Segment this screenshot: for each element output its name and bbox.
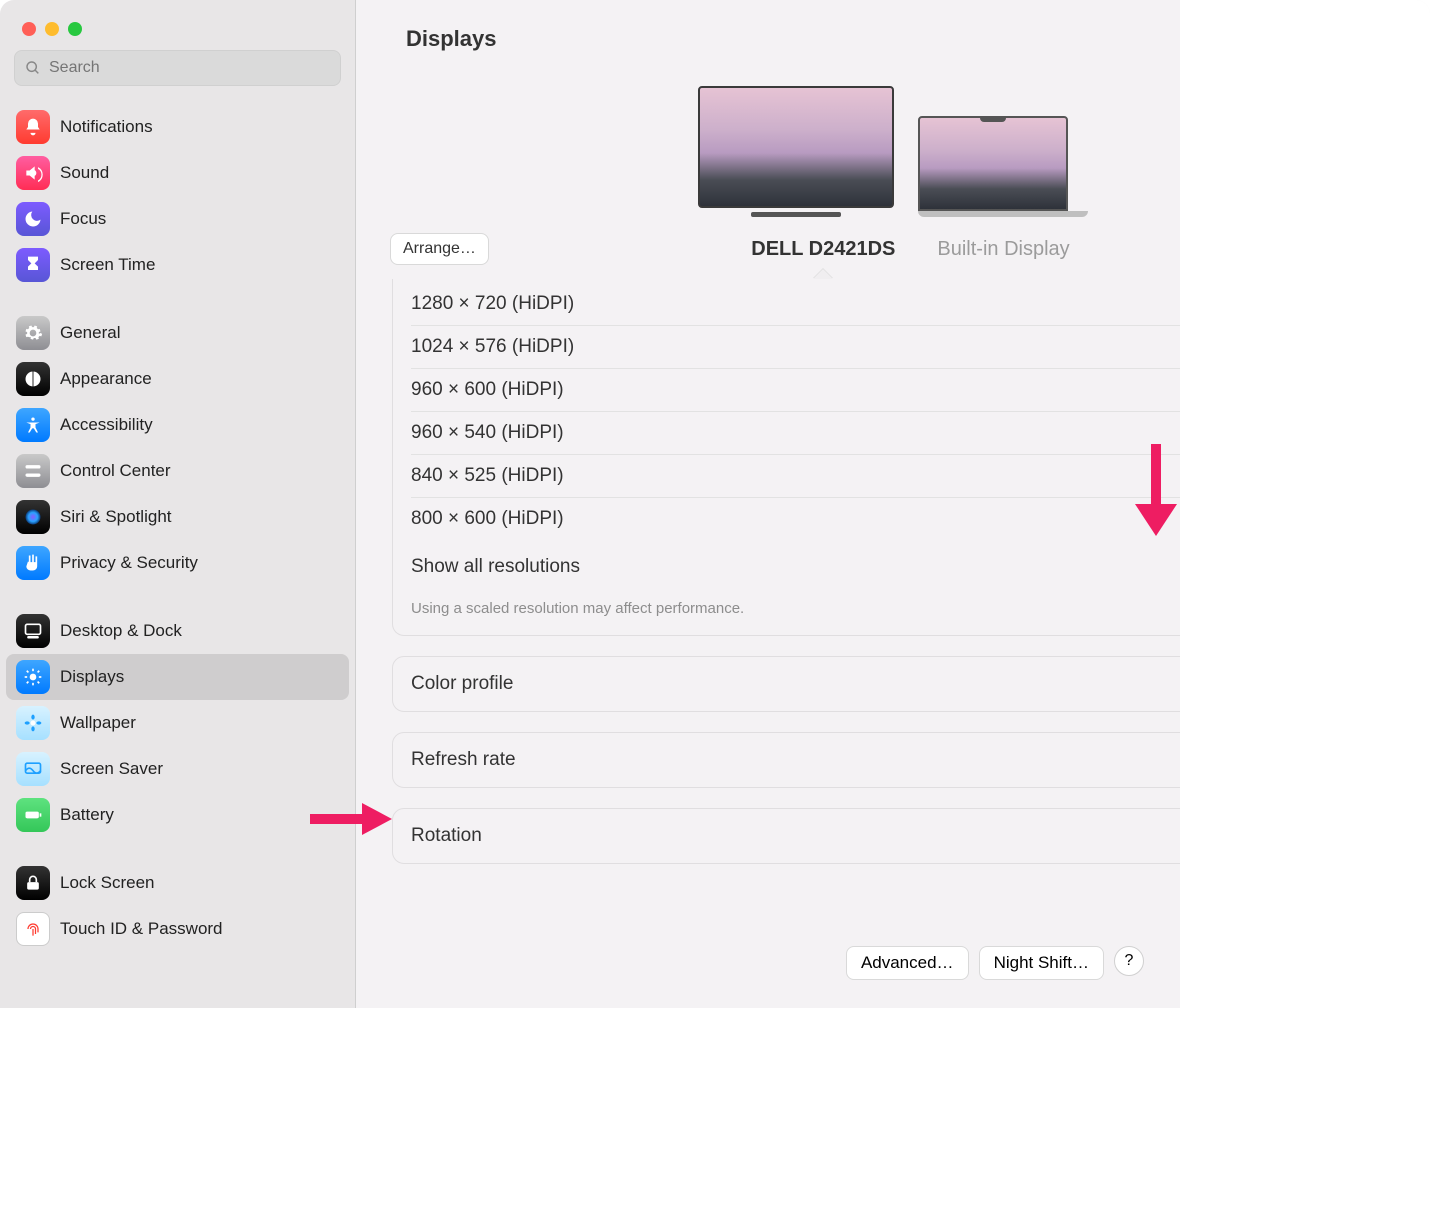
- sidebar-item-wallpaper[interactable]: Wallpaper: [6, 700, 349, 746]
- sidebar-item-label: Appearance: [60, 369, 152, 389]
- sidebar-item-label: Displays: [60, 667, 124, 687]
- bell-icon: [16, 110, 50, 144]
- speaker-icon: [16, 156, 50, 190]
- sidebar: Notifications Sound Focus Screen Time Gener…: [0, 0, 356, 1008]
- arrange-button[interactable]: Arrange…: [390, 233, 489, 265]
- battery-icon: [16, 798, 50, 832]
- sidebar-item-accessibility[interactable]: Accessibility: [6, 402, 349, 448]
- sidebar-item-general[interactable]: General: [6, 310, 349, 356]
- builtin-display-preview[interactable]: [918, 116, 1088, 217]
- sidebar-item-screen-saver[interactable]: Screen Saver: [6, 746, 349, 792]
- rotation-label: Rotation: [411, 825, 482, 847]
- sidebar-item-label: Screen Time: [60, 255, 155, 275]
- display-tab-builtin[interactable]: Built-in Display: [937, 238, 1069, 261]
- sidebar-item-label: Battery: [60, 805, 114, 825]
- display-tab-external[interactable]: DELL D2421DS: [751, 238, 895, 261]
- night-shift-button[interactable]: Night Shift…: [979, 946, 1104, 980]
- flower-icon: [16, 706, 50, 740]
- sidebar-item-label: Focus: [60, 209, 106, 229]
- moon-icon: [16, 202, 50, 236]
- sidebar-item-notifications[interactable]: Notifications: [6, 104, 349, 150]
- fullscreen-window-button[interactable]: [68, 22, 82, 36]
- fingerprint-icon: [16, 912, 50, 946]
- close-window-button[interactable]: [22, 22, 36, 36]
- siri-icon: [16, 500, 50, 534]
- sidebar-item-label: General: [60, 323, 120, 343]
- sidebar-item-displays[interactable]: Displays: [6, 654, 349, 700]
- sidebar-item-label: Lock Screen: [60, 873, 155, 893]
- hourglass-icon: [16, 248, 50, 282]
- sidebar-item-label: Sound: [60, 163, 109, 183]
- help-button[interactable]: ?: [1114, 946, 1144, 976]
- dock-icon: [16, 614, 50, 648]
- minimize-window-button[interactable]: [45, 22, 59, 36]
- refresh-rate-label: Refresh rate: [411, 749, 516, 771]
- lock-icon: [16, 866, 50, 900]
- hand-icon: [16, 546, 50, 580]
- screensaver-icon: [16, 752, 50, 786]
- external-display-preview[interactable]: [698, 86, 894, 217]
- sidebar-item-focus[interactable]: Focus: [6, 196, 349, 242]
- sidebar-item-label: Accessibility: [60, 415, 153, 435]
- controls-icon: [16, 454, 50, 488]
- sidebar-item-label: Notifications: [60, 117, 153, 137]
- search-icon: [25, 60, 41, 76]
- sidebar-item-sound[interactable]: Sound: [6, 150, 349, 196]
- show-all-resolutions-label: Show all resolutions: [411, 556, 580, 578]
- sidebar-item-lock-screen[interactable]: Lock Screen: [6, 860, 349, 906]
- sidebar-item-label: Privacy & Security: [60, 553, 198, 573]
- sidebar-item-label: Touch ID & Password: [60, 919, 223, 939]
- search-field[interactable]: [14, 50, 341, 86]
- accessibility-icon: [16, 408, 50, 442]
- window-controls: [0, 0, 355, 36]
- sidebar-item-siri-spotlight[interactable]: Siri & Spotlight: [6, 494, 349, 540]
- appearance-icon: [16, 362, 50, 396]
- sidebar-item-desktop-dock[interactable]: Desktop & Dock: [6, 608, 349, 654]
- sidebar-item-control-center[interactable]: Control Center: [6, 448, 349, 494]
- brightness-icon: [16, 660, 50, 694]
- annotation-arrow-right: [310, 799, 392, 839]
- sidebar-item-label: Desktop & Dock: [60, 621, 182, 641]
- sidebar-item-label: Screen Saver: [60, 759, 163, 779]
- color-profile-label: Color profile: [411, 673, 513, 695]
- sidebar-item-label: Control Center: [60, 461, 171, 481]
- sidebar-item-screen-time[interactable]: Screen Time: [6, 242, 349, 288]
- blank-region-bottom: [0, 1008, 1430, 1224]
- sidebar-item-privacy-security[interactable]: Privacy & Security: [6, 540, 349, 586]
- sidebar-item-battery[interactable]: Battery: [6, 792, 349, 838]
- sidebar-item-label: Wallpaper: [60, 713, 136, 733]
- gear-icon: [16, 316, 50, 350]
- search-input[interactable]: [49, 59, 330, 77]
- sidebar-item-touch-id-password[interactable]: Touch ID & Password: [6, 906, 349, 952]
- sidebar-item-label: Siri & Spotlight: [60, 507, 172, 527]
- sidebar-item-appearance[interactable]: Appearance: [6, 356, 349, 402]
- advanced-button[interactable]: Advanced…: [846, 946, 969, 980]
